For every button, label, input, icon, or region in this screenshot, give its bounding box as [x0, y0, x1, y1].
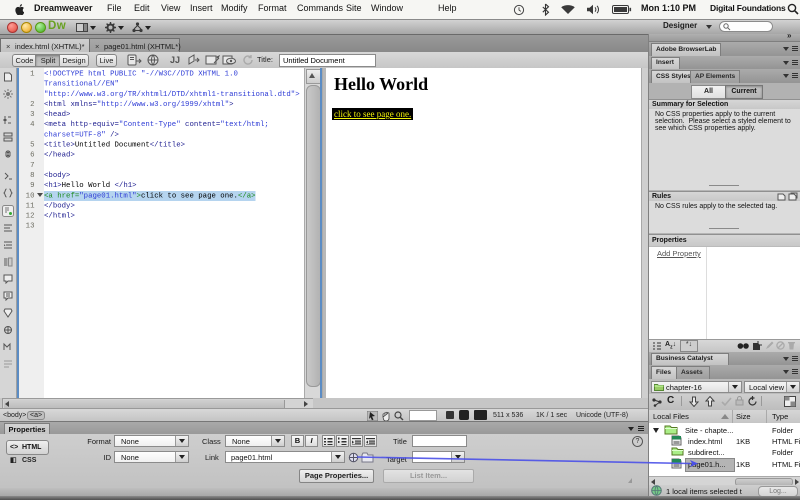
svg-text:JJ: JJ [170, 55, 180, 65]
